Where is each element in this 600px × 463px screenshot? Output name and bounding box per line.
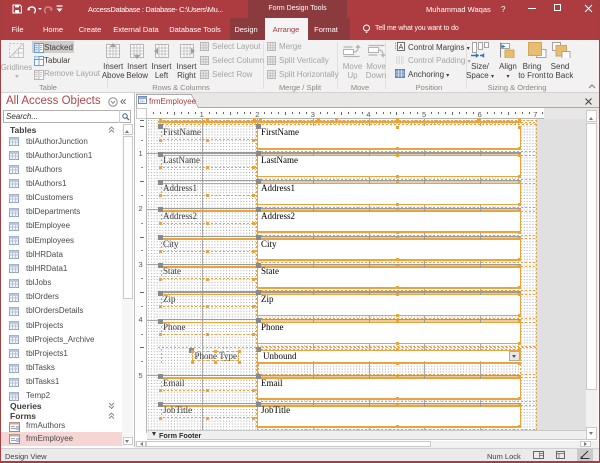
svg-text:A: A xyxy=(398,44,403,51)
